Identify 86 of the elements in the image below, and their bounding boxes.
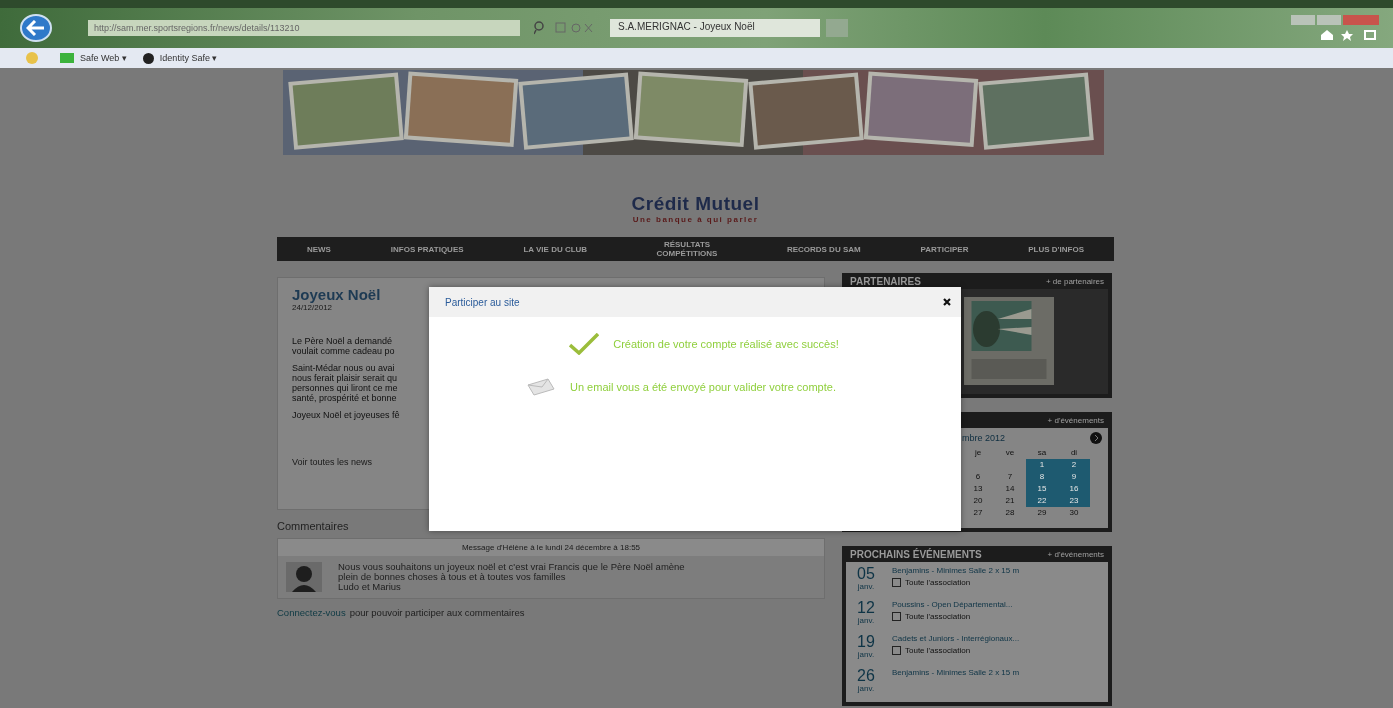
calendar-month: mbre 2012 [962,433,1006,443]
calendar-day[interactable]: 2 [1058,459,1090,471]
calendar-day[interactable]: 7 [994,471,1026,483]
event-link[interactable]: Cadets et Juniors - Interrégionaux... [892,634,1020,643]
comment-text: Nous vous souhaitons un joyeux noël et c'est vrai Francis que le Père Noël amène plein de bonnes choses à tous et à toutes vos familles Ludo et Marius [338,562,685,592]
event-scope: Toute l'association [905,578,971,587]
event-link[interactable]: Poussins - Open Départemental... [892,600,1013,609]
close-button[interactable] [941,296,953,308]
article-text: Le Père Noël a demandé [292,336,393,346]
article-title: Joyeux Noël [292,286,381,303]
event-scope: Toute l'association [905,612,971,621]
weekday-label: je [973,447,983,459]
calendar-day[interactable]: 27 [962,507,994,519]
calendar-day[interactable]: 22 [1026,495,1058,507]
calendar-day[interactable]: 21 [994,495,1026,507]
calendar-day[interactable]: 28 [994,507,1026,519]
calendar-icon [892,646,901,655]
login-hint: pour pouvoir participer aux commentaires [349,607,525,618]
calendar-icon [892,578,901,587]
calendar-day[interactable]: 16 [1058,483,1090,495]
calendar-day[interactable]: 20 [962,495,994,507]
dialog-title: Participer au site [445,296,520,308]
avatar-icon [286,562,322,592]
checkmark-icon [569,333,600,355]
article-text: santé, prospérité et bonne [292,393,397,403]
article-text: personnes qui liront ce me [292,383,398,393]
event-month: janv. [856,684,876,693]
comment-header: Message d'Hélène à le lundi 24 décembre à 18:55 [278,539,824,556]
calendar-day[interactable]: 1 [1026,459,1058,471]
window-controls-icon[interactable] [1291,15,1379,25]
article-date: 24/12/2012 [292,303,333,312]
favorite-link[interactable]: Identity Safe ▾ [142,52,218,64]
event-month: janv. [856,650,876,659]
event-month: janv. [856,582,876,591]
envelope-icon [526,377,556,397]
article-text: Joyeux Noël et joyeuses fê [292,410,400,420]
calendar-day[interactable]: 30 [1058,507,1090,519]
article-text: voulait comme cadeau po [292,346,395,356]
calendar-day[interactable]: 15 [1026,483,1058,495]
back-arrow-icon [26,20,46,36]
toolbar-icons-icon[interactable] [1319,29,1379,41]
nav-link[interactable]: INFOS PRATIQUES [390,244,464,254]
event-scope: Toute l'association [905,646,971,655]
calendar-day[interactable]: 23 [1058,495,1090,507]
weekday-label: ve [1004,447,1016,459]
calendar-day[interactable]: 8 [1026,471,1058,483]
sponsor-logo-text: Crédit Mutuel [631,193,760,215]
panel-title: PROCHAINS ÉVÉNEMENTS [850,548,982,560]
event-day: 12 [852,600,880,616]
nav-link[interactable]: RECORDS DU SAM [786,244,861,254]
all-news-link[interactable]: Voir toutes les news [292,457,373,467]
weekday-label: di [1069,447,1079,459]
more-events-link[interactable]: + d'événements [1047,415,1104,425]
event-month: janv. [856,616,876,625]
nav-link[interactable]: PARTICIPER [920,244,969,254]
nav-link[interactable]: RÉSULTATS COMPÉTITIONS [647,240,727,258]
event-link[interactable]: Benjamins - Minimes Salle 2 x 15 m [892,566,1020,575]
event-day: 05 [852,566,880,582]
nav-link[interactable]: PLUS D'INFOS [1028,244,1084,254]
more-events-link[interactable]: + d'événements [1047,549,1104,559]
calendar-day[interactable]: 13 [962,483,994,495]
calendar-day[interactable]: 29 [1026,507,1058,519]
dialog-message: Un email vous a été envoyé pour valider votre compte. [570,381,836,393]
event-day: 19 [852,634,880,650]
favorite-link[interactable]: Safe Web ▾ [60,53,127,63]
article-text: Saint-Médar nous ou avai [292,363,395,373]
calendar-day[interactable]: 9 [1058,471,1090,483]
calendar-icon [892,612,901,621]
nav-link[interactable]: LA VIE DU CLUB [523,244,588,254]
article-text: nous ferait plaisir serait qu [292,373,398,383]
nav-link[interactable]: NEWS [306,244,331,254]
browser-tab[interactable]: S.A.MERIGNAC - Joyeux Noël [610,19,820,37]
sponsor-tagline: Une banque à qui parler [632,215,759,224]
panel-title: PARTENAIRES [850,275,921,287]
event-link[interactable]: Benjamins - Minimes Salle 2 x 15 m [892,668,1020,677]
comments-title: Commentaires [277,520,349,532]
event-day: 26 [852,668,880,684]
address-controls-icon[interactable] [534,21,594,35]
weekday-label: sa [1036,447,1048,459]
more-partners-link[interactable]: + de partenaires [1045,276,1104,286]
calendar-day[interactable]: 14 [994,483,1026,495]
address-field[interactable]: http://sam.mer.sportsregions.fr/news/details/113210 [88,20,520,36]
back-button[interactable] [20,14,52,42]
calendar-day[interactable]: 6 [962,471,994,483]
next-month-icon[interactable] [1090,432,1102,444]
dialog-message: Création de votre compte réalisé avec succès! [613,338,839,350]
